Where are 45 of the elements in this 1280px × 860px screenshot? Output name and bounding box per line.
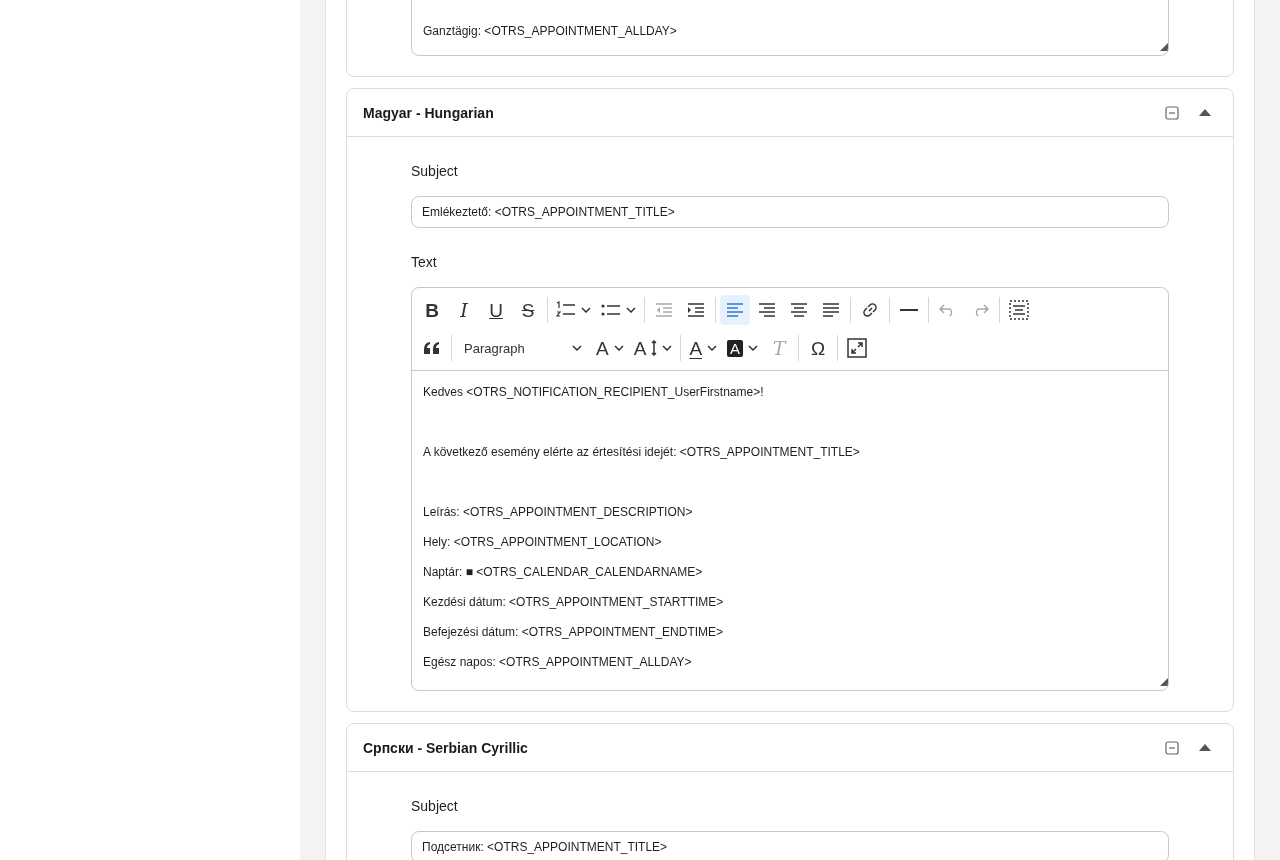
editor-line: Ganztägig: <OTRS_APPOINTMENT_ALLDAY> [423, 23, 678, 40]
line-height-button[interactable]: A [629, 333, 677, 363]
align-left-button[interactable] [720, 295, 750, 325]
justify-icon [822, 302, 840, 318]
collapse-all-icon [1165, 740, 1179, 755]
horizontal-line-icon [900, 308, 918, 312]
underline-button[interactable]: U [481, 295, 511, 325]
bulleted-list-icon [601, 302, 621, 318]
strikethrough-button[interactable]: S [513, 295, 543, 325]
editor-line: Naptár: ■ <OTRS_CALENDAR_CALENDARNAME> [423, 564, 704, 581]
font-color-button[interactable]: A [685, 333, 722, 363]
field-label: Subject [411, 162, 459, 181]
fullscreen-icon [847, 338, 868, 358]
align-right-icon [758, 302, 776, 318]
heading-select-dropdown[interactable]: Paragraph [456, 333, 590, 363]
subject-field[interactable]: Emlékeztető: <OTRS_APPOINTMENT_TITLE> [411, 196, 1169, 228]
align-center-icon [790, 302, 808, 318]
editor-line: Befejezési dátum: <OTRS_APPOINTMENT_ENDTIME> [423, 624, 725, 641]
subject-field[interactable]: Подсетник: <OTRS_APPOINTMENT_TITLE> [411, 831, 1169, 860]
resize-handle-icon [1160, 43, 1168, 51]
special-characters-button[interactable]: Ω [803, 333, 834, 363]
editor-line: A következő esemény elérte az értesítési idejét: <OTRS_APPOINTMENT_TITLE> [423, 444, 861, 461]
italic-button[interactable]: I [449, 295, 479, 325]
editor-line: Hely: <OTRS_APPOINTMENT_LOCATION> [423, 534, 663, 551]
resize-handle-icon [1160, 678, 1168, 686]
editor-line: Kedves <OTRS_NOTIFICATION_RECIPIENT_UserFirstname>! [423, 384, 765, 401]
blockquote-icon [424, 342, 440, 354]
indent-icon [687, 302, 705, 318]
select-all-icon [1009, 300, 1029, 320]
editor-line: Leírás: <OTRS_APPOINTMENT_DESCRIPTION> [423, 504, 694, 521]
background-color-button[interactable]: A [723, 333, 763, 363]
field-label: Text [411, 253, 438, 272]
editor-line: Egész napos: <OTRS_APPOINTMENT_ALLDAY> [423, 654, 693, 671]
section-title: Magyar - Hungarian [363, 104, 495, 121]
field-label: Subject [411, 797, 459, 816]
font-size-button[interactable]: A [592, 333, 628, 363]
numbered-list-icon [556, 301, 576, 319]
arrows-icon [651, 340, 658, 356]
align-left-icon [726, 302, 744, 318]
collapse-all-icon [1165, 105, 1179, 120]
section-title: Српски - Serbian Cyrillic [363, 739, 529, 756]
editor-line: Kezdési dátum: <OTRS_APPOINTMENT_STARTTIME> [423, 594, 725, 611]
link-icon [861, 301, 879, 319]
outdent-icon [655, 302, 673, 318]
bold-button[interactable]: B [417, 295, 447, 325]
